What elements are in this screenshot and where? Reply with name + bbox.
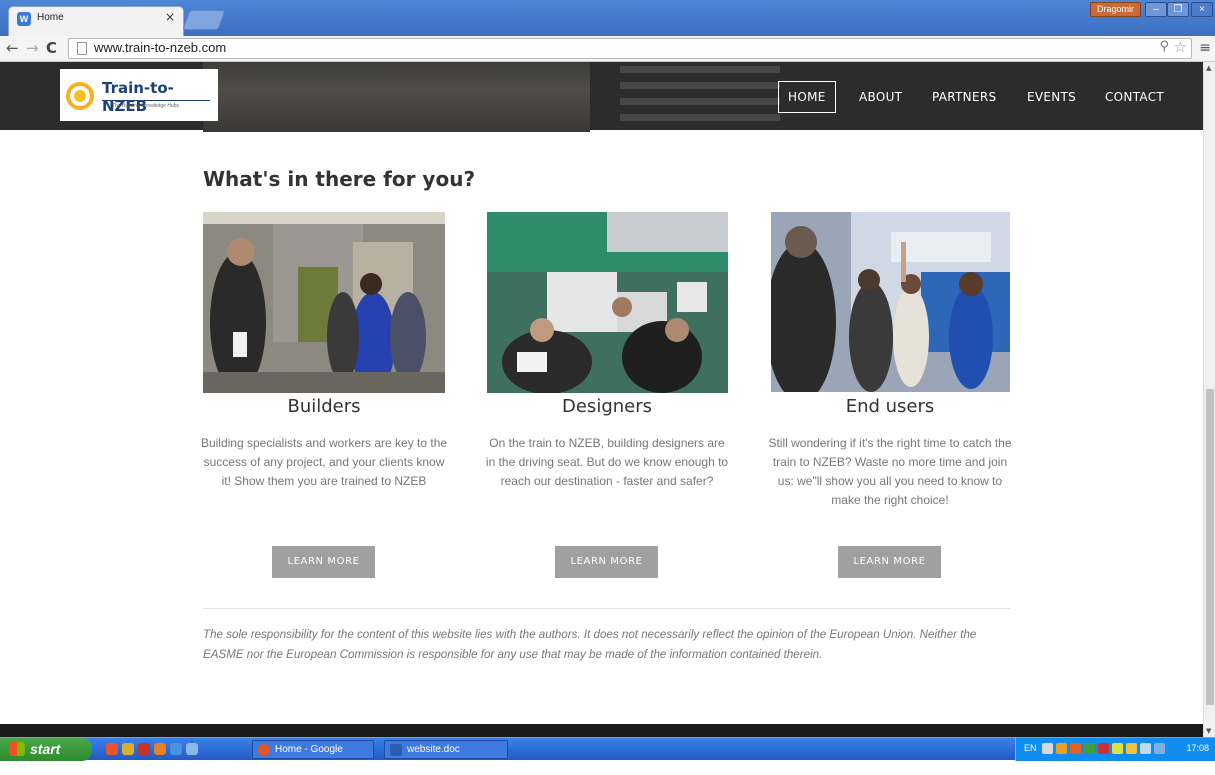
forward-arrow-icon[interactable]: → — [26, 39, 39, 57]
content-divider — [203, 608, 1011, 609]
card-heading-designers: Designers — [562, 396, 652, 417]
quicklaunch-flag-icon[interactable] — [138, 743, 150, 755]
tray-update-icon[interactable] — [1056, 743, 1067, 754]
eu-disclaimer: The sole responsibility for the content … — [203, 628, 977, 661]
end-users-photo — [771, 212, 1010, 392]
bookmark-star-icon[interactable]: ☆ — [1174, 38, 1187, 56]
tray-network-icon[interactable] — [1084, 743, 1095, 754]
start-button[interactable]: start — [0, 738, 92, 761]
minimize-icon[interactable]: – — [1145, 2, 1167, 17]
scroll-thumb[interactable] — [1206, 389, 1214, 705]
site-favicon-icon: W — [17, 12, 31, 26]
nav-contact[interactable]: CONTACT — [1105, 81, 1164, 113]
card-text-builders: Building specialists and workers are key… — [200, 436, 448, 488]
logo-underline — [102, 100, 210, 101]
quicklaunch-explorer-icon[interactable] — [122, 743, 134, 755]
tray-monitor-icon[interactable] — [1154, 743, 1165, 754]
start-label: start — [30, 741, 61, 757]
maximize-icon[interactable]: ❐ — [1167, 2, 1189, 17]
learn-more-designers-button[interactable]: LEARN MORE — [555, 546, 658, 578]
taskbar-item-chrome[interactable]: Home - Google Chrome — [252, 740, 374, 772]
browser-titlebar: W Home × Dragomir – ❐ × — [0, 0, 1215, 36]
card-text-end-users: Still wondering if it's the right time t… — [768, 436, 1012, 507]
browser-toolbar: ← → C www.train-to-nzeb.com ⚲ ☆ ≡ — [0, 36, 1215, 62]
profile-user-badge[interactable]: Dragomir — [1089, 2, 1141, 17]
back-arrow-icon[interactable]: ← — [6, 39, 19, 57]
nav-about[interactable]: ABOUT — [859, 81, 902, 113]
nav-home[interactable]: HOME — [778, 81, 836, 113]
new-tab-button[interactable] — [182, 10, 226, 30]
tray-shield-icon[interactable] — [1126, 743, 1137, 754]
designers-photo — [487, 212, 728, 393]
card-text-designers: On the train to NZEB, building designers… — [485, 436, 729, 488]
taskbar-item-word[interactable]: website.doc [Compati... — [384, 740, 508, 772]
nav-events[interactable]: EVENTS — [1027, 81, 1076, 113]
page-scrollbar[interactable]: ▲ ▼ — [1203, 62, 1215, 737]
quicklaunch-ie-icon[interactable] — [170, 743, 182, 755]
logo-sun-icon — [66, 82, 94, 110]
site-header: Train-to-NZEB The Building Knowledge Hub… — [0, 62, 1203, 132]
language-indicator[interactable]: EN — [1024, 743, 1037, 753]
tray-volume-icon[interactable] — [1042, 743, 1053, 754]
tab-close-icon[interactable]: × — [165, 10, 175, 24]
close-icon[interactable]: × — [1191, 2, 1213, 17]
page-icon — [77, 42, 87, 55]
card-heading-builders: Builders — [287, 396, 361, 417]
windows-taskbar: start Home - Google Chrome website.doc [… — [0, 737, 1215, 772]
quicklaunch-desktop-icon[interactable] — [186, 743, 198, 755]
reload-icon[interactable]: C — [46, 39, 57, 57]
chrome-icon — [258, 744, 270, 756]
tray-messenger-icon[interactable] — [1112, 743, 1123, 754]
taskbar-item-label: Home - Google Chrome — [275, 744, 343, 772]
taskbar-item-label: website.doc [Compati... — [407, 744, 460, 772]
scroll-up-icon[interactable]: ▲ — [1206, 64, 1211, 72]
quicklaunch-firefox-icon[interactable] — [154, 743, 166, 755]
scroll-down-icon[interactable]: ▼ — [1206, 727, 1211, 735]
tray-app-icon[interactable] — [1070, 743, 1081, 754]
builders-photo — [203, 212, 445, 393]
learn-more-end-users-button[interactable]: LEARN MORE — [838, 546, 941, 578]
site-logo[interactable]: Train-to-NZEB The Building Knowledge Hub… — [60, 69, 218, 121]
address-bar[interactable]: www.train-to-nzeb.com ⚲ ☆ — [68, 38, 1192, 59]
windows-logo-icon — [9, 742, 25, 756]
logo-subtitle: The Building Knowledge Hubs — [112, 103, 179, 109]
tray-clock[interactable]: 17:08 — [1186, 743, 1209, 753]
site-footer — [0, 724, 1203, 737]
chrome-menu-icon[interactable]: ≡ — [1199, 40, 1211, 56]
nav-partners[interactable]: PARTNERS — [932, 81, 996, 113]
hero-text-peek — [620, 66, 780, 126]
tray-security-icon[interactable] — [1098, 743, 1109, 754]
tray-arrow-icon[interactable] — [1140, 743, 1151, 754]
page-viewport: Train-to-NZEB The Building Knowledge Hub… — [0, 62, 1203, 737]
hero-image-peek — [203, 62, 590, 132]
url-text[interactable]: www.train-to-nzeb.com — [94, 40, 226, 55]
browser-tab[interactable]: W Home × — [8, 6, 184, 36]
card-heading-end-users: End users — [845, 396, 935, 417]
quicklaunch-chrome-icon[interactable] — [106, 743, 118, 755]
extension-icon[interactable]: ⚲ — [1159, 39, 1169, 54]
system-tray: EN 17:08 — [1015, 738, 1215, 761]
section-title: What's in there for you? — [203, 167, 476, 191]
logo-title: Train-to-NZEB — [102, 79, 174, 115]
word-doc-icon — [390, 744, 402, 756]
tab-title: Home — [37, 12, 64, 23]
learn-more-builders-button[interactable]: LEARN MORE — [272, 546, 375, 578]
